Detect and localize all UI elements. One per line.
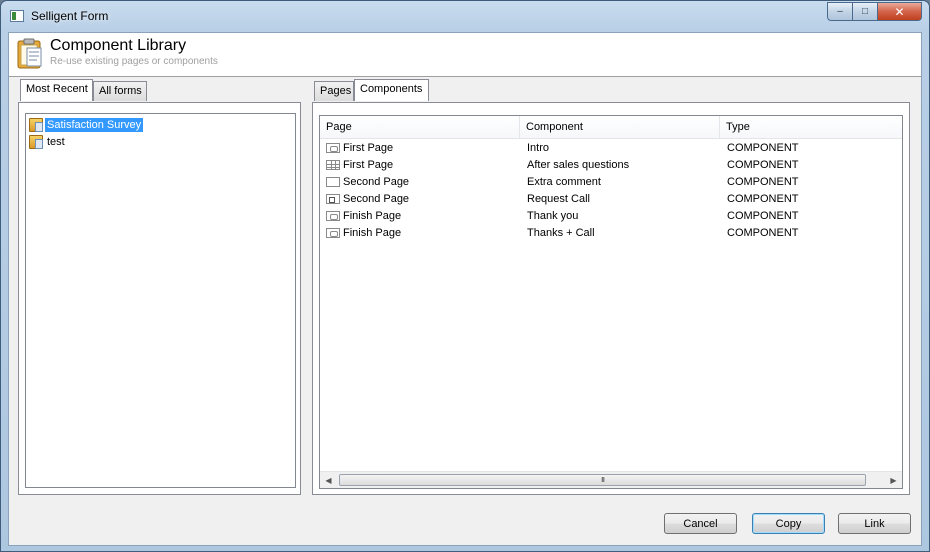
cell-type: COMPONENT (727, 193, 799, 205)
cell-component: Thanks + Call (527, 227, 595, 239)
dialog-header: Component Library Re-use existing pages … (9, 33, 921, 77)
text-box-icon (326, 177, 340, 187)
page-card-icon (326, 211, 340, 221)
minimize-button[interactable]: ‒ (827, 2, 853, 21)
right-tab-panel: Page Component Type First Page Intro COM… (312, 102, 910, 495)
tab-most-recent[interactable]: Most Recent (20, 79, 93, 101)
clipboard-icon (17, 38, 42, 69)
cancel-button[interactable]: Cancel (664, 513, 737, 534)
column-header-type[interactable]: Type (720, 116, 902, 139)
table-row[interactable]: Finish Page Thanks + Call COMPONENT (320, 226, 902, 243)
scroll-right-icon[interactable]: ▶ (885, 472, 902, 488)
tree-item-satisfaction-survey[interactable]: Satisfaction Survey (29, 117, 144, 133)
copy-button[interactable]: Copy (752, 513, 825, 534)
cell-type: COMPONENT (727, 176, 799, 188)
maximize-button[interactable]: □ (853, 2, 878, 21)
dialog-window: Selligent Form ‒ □ ✕ Component Library R… (0, 0, 930, 552)
scroll-left-icon[interactable]: ◀ (320, 472, 337, 488)
table-row[interactable]: First Page After sales questions COMPONE… (320, 158, 902, 175)
form-icon (29, 135, 43, 149)
cell-type: COMPONENT (727, 159, 799, 171)
cell-component: Thank you (527, 210, 579, 222)
column-header-page[interactable]: Page (320, 116, 520, 139)
cell-page: Finish Page (343, 210, 402, 222)
table-grid-icon (326, 160, 340, 170)
cell-type: COMPONENT (727, 142, 799, 154)
cell-component: Intro (527, 142, 550, 154)
checkbox-icon (326, 194, 340, 204)
page-card-icon (326, 143, 340, 153)
grid-header: Page Component Type (320, 116, 902, 139)
cell-page: Second Page (343, 176, 410, 188)
tree-item-label: Satisfaction Survey (45, 118, 144, 132)
form-icon (29, 118, 43, 132)
window-title: Selligent Form (31, 9, 109, 23)
table-row[interactable]: Finish Page Thank you COMPONENT (320, 209, 902, 226)
tab-components[interactable]: Components (354, 79, 429, 101)
cell-component: Extra comment (527, 176, 601, 188)
components-grid: Page Component Type First Page Intro COM… (319, 115, 903, 489)
cell-type: COMPONENT (727, 227, 799, 239)
left-tab-panel: Satisfaction Survey test (18, 102, 301, 495)
close-button[interactable]: ✕ (878, 2, 922, 21)
cell-component: After sales questions (527, 159, 630, 171)
scrollbar-thumb[interactable]: III (339, 474, 866, 486)
cell-page: First Page (343, 142, 394, 154)
cell-page: Finish Page (343, 227, 402, 239)
forms-tree[interactable]: Satisfaction Survey test (25, 113, 296, 488)
cell-page: First Page (343, 159, 394, 171)
table-row[interactable]: First Page Intro COMPONENT (320, 141, 902, 158)
table-row[interactable]: Second Page Extra comment COMPONENT (320, 175, 902, 192)
tree-item-test[interactable]: test (29, 134, 67, 150)
column-header-component[interactable]: Component (520, 116, 720, 139)
dialog-title: Component Library (50, 37, 187, 54)
cell-component: Request Call (527, 193, 590, 205)
link-button[interactable]: Link (838, 513, 911, 534)
title-bar[interactable]: Selligent Form ‒ □ ✕ (1, 1, 929, 31)
horizontal-scrollbar[interactable]: ◀ III ▶ (320, 471, 902, 488)
table-row[interactable]: Second Page Request Call COMPONENT (320, 192, 902, 209)
dialog-client-area: Component Library Re-use existing pages … (8, 32, 922, 546)
tree-item-label: test (47, 136, 65, 148)
cell-type: COMPONENT (727, 210, 799, 222)
tab-pages[interactable]: Pages (314, 81, 354, 101)
caption-buttons: ‒ □ ✕ (827, 2, 922, 22)
page-card-icon (326, 228, 340, 238)
cell-page: Second Page (343, 193, 410, 205)
dialog-subtitle: Re-use existing pages or components (50, 56, 218, 67)
app-icon (10, 10, 24, 22)
tab-all-forms[interactable]: All forms (93, 81, 147, 101)
